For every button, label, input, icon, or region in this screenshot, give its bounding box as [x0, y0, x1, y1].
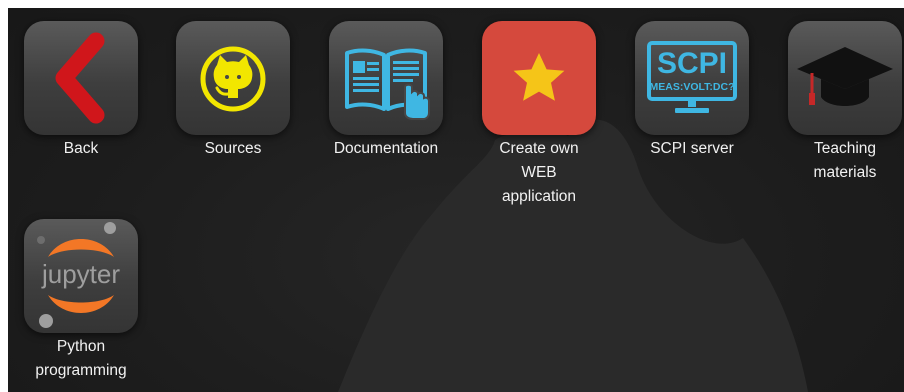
teaching-tile[interactable] [788, 21, 902, 135]
app-label-sources: Sources [204, 140, 262, 157]
back-chevron-icon [55, 32, 105, 124]
documentation-tile[interactable] [329, 21, 443, 135]
scpi-command: MEAS:VOLT:DC? [650, 81, 735, 93]
jupyter-logo-text: jupyter [41, 259, 120, 289]
app-label-create-web-application: Create own WEB application [499, 140, 579, 205]
github-octocat-icon [200, 46, 266, 112]
create-web-app-tile[interactable] [482, 21, 596, 135]
app-label-teaching-materials: Teaching materials [813, 140, 877, 181]
app-back[interactable]: Back [14, 21, 148, 161]
sources-tile[interactable] [176, 21, 290, 135]
graduation-cap-icon [797, 47, 893, 106]
scpi-title: SCPI [657, 47, 727, 80]
app-label-documentation: Documentation [333, 140, 439, 157]
scpi-monitor-icon: SCPI MEAS:VOLT:DC? [647, 41, 737, 113]
star-icon [513, 53, 565, 101]
app-launcher: Back Sources Documentation Create own WE… [8, 8, 904, 392]
app-teaching-materials[interactable]: Teaching materials [778, 21, 904, 185]
app-scpi-server[interactable]: SCPI MEAS:VOLT:DC? SCPI server [625, 21, 759, 161]
open-book-icon [345, 48, 430, 120]
app-sources[interactable]: Sources [166, 21, 300, 161]
app-label-python-programming: Python programming [35, 338, 127, 379]
app-documentation[interactable]: Documentation [319, 21, 453, 161]
app-python-programming[interactable]: jupyter Python programming [14, 219, 148, 383]
python-tile[interactable]: jupyter [24, 219, 138, 333]
scpi-tile[interactable]: SCPI MEAS:VOLT:DC? [635, 21, 749, 135]
app-create-web-application[interactable]: Create own WEB application [472, 21, 606, 209]
app-label-back: Back [63, 140, 99, 157]
back-tile[interactable] [24, 21, 138, 135]
app-label-scpi-server: SCPI server [650, 140, 734, 157]
jupyter-icon: jupyter [37, 222, 120, 328]
